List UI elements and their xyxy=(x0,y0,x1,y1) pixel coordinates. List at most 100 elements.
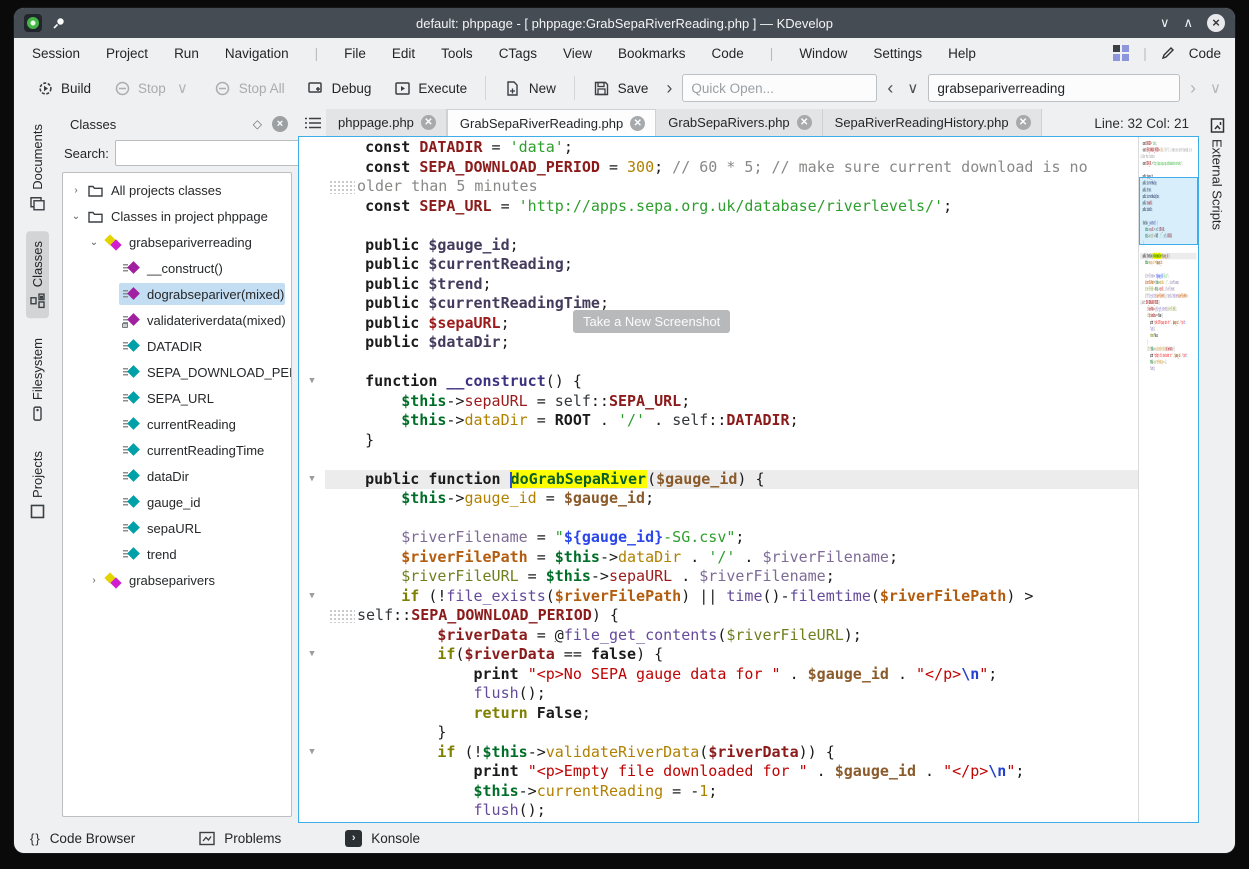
code-line[interactable]: } xyxy=(299,431,1138,451)
code-line[interactable]: $riverFileURL = $this->sepaURL . $riverF… xyxy=(1140,286,1196,293)
code-line[interactable]: const SEPA_URL = 'http://apps.sepa.org.u… xyxy=(1140,160,1196,167)
classes-search-input[interactable] xyxy=(115,140,305,166)
new-button[interactable]: New xyxy=(496,74,564,102)
code-line[interactable] xyxy=(299,450,1138,470)
quick-open-input[interactable] xyxy=(682,74,877,102)
fold-marker-icon[interactable]: ▼ xyxy=(299,470,325,490)
tree-item-datadir[interactable]: dataDir xyxy=(63,463,291,489)
code-line[interactable]: const SEPA_DOWNLOAD_PERIOD = 300; // 60 … xyxy=(299,158,1138,178)
code-line[interactable]: $riverData = @file_get_contents($riverFi… xyxy=(1140,306,1196,313)
menu-item-navigation[interactable]: Navigation xyxy=(225,46,289,61)
code-line[interactable]: $this->gauge_id = $gauge_id; xyxy=(1140,259,1196,266)
tree-item-all-projects-classes[interactable]: ›All projects classes xyxy=(63,177,291,203)
area-label[interactable]: Code xyxy=(1189,46,1221,61)
expander-icon[interactable]: ⌄ xyxy=(87,237,101,248)
code-line[interactable]: $this->sepaURL = self::SEPA_URL; xyxy=(299,392,1138,412)
menu-item-run[interactable]: Run xyxy=(174,46,199,61)
menu-item-bookmarks[interactable]: Bookmarks xyxy=(618,46,686,61)
close-panel-icon[interactable]: × xyxy=(272,116,288,132)
statusbar-toggle-konsole[interactable]: ›Konsole xyxy=(345,830,420,847)
tab-close-icon[interactable]: ✕ xyxy=(421,115,436,130)
code-line[interactable]: print "<p>Empty file downloaded for " . … xyxy=(1140,352,1196,359)
tree-item-grabsepariverreading[interactable]: ⌄grabsepariverreading xyxy=(63,229,291,255)
code-line[interactable]: $riverData = @file_get_contents($riverFi… xyxy=(299,626,1138,646)
stop-dropdown-icon[interactable]: ∨ xyxy=(173,79,192,97)
code-line[interactable]: self::SEPA_DOWNLOAD_PERIOD) { xyxy=(299,606,1138,626)
fold-marker-icon[interactable]: ▼ xyxy=(299,587,325,607)
search-prev-icon[interactable]: ‹ xyxy=(883,78,897,99)
execute-button[interactable]: Execute xyxy=(385,74,475,102)
menu-item-window[interactable]: Window xyxy=(799,46,847,61)
menu-item-code[interactable]: Code xyxy=(712,46,744,61)
menu-item-project[interactable]: Project xyxy=(106,46,148,61)
search-input[interactable] xyxy=(928,74,1180,102)
code-line[interactable]: $riverFilePath = $this->dataDir . '/' . … xyxy=(1140,279,1196,286)
document-list-icon[interactable] xyxy=(300,110,326,136)
code-line[interactable]: ▼ if (!$this->validateRiverData($riverDa… xyxy=(299,743,1138,763)
fold-marker-icon[interactable]: ▼ xyxy=(299,372,325,392)
code-line[interactable] xyxy=(1140,246,1196,253)
save-button[interactable]: Save xyxy=(585,74,657,102)
code-line[interactable]: ▼ if (!file_exists($riverFilePath) || ti… xyxy=(299,587,1138,607)
code-line[interactable]: public $trend; xyxy=(299,275,1138,295)
code-line[interactable]: flush(); xyxy=(1140,365,1196,372)
code-line[interactable]: self::SEPA_DOWNLOAD_PERIOD) { xyxy=(1140,299,1196,306)
code-line[interactable] xyxy=(299,216,1138,236)
minimap-scrollbar[interactable]: const DATADIR = 'data'; const SEPA_DOWNL… xyxy=(1138,137,1198,822)
code-line[interactable]: const DATADIR = 'data'; xyxy=(1140,140,1196,147)
code-line[interactable]: $this->dataDir = ROOT . '/' . self::DATA… xyxy=(299,411,1138,431)
code-line[interactable]: public $dataDir; xyxy=(299,333,1138,353)
code-line[interactable] xyxy=(1140,266,1196,273)
tree-item-sepaurl[interactable]: sepaURL xyxy=(63,515,291,541)
tree-item-sepa-url[interactable]: SEPA_URL xyxy=(63,385,291,411)
menu-item-file[interactable]: File xyxy=(344,46,366,61)
code-line[interactable]: public $currentReading; xyxy=(299,255,1138,275)
maximize-button[interactable]: ∧ xyxy=(1183,14,1193,32)
expander-icon[interactable]: › xyxy=(69,185,83,196)
menu-item-help[interactable]: Help xyxy=(948,46,976,61)
build-button[interactable]: Build xyxy=(28,74,99,102)
code-line[interactable] xyxy=(299,509,1138,529)
sidebar-tab-filesystem[interactable]: Filesystem xyxy=(26,328,49,431)
tree-item-construct[interactable]: __construct() xyxy=(63,255,291,281)
code-line[interactable]: ▼ function __construct() { xyxy=(299,372,1138,392)
menu-item-session[interactable]: Session xyxy=(32,46,80,61)
tab-close-icon[interactable]: ✕ xyxy=(1016,115,1031,130)
code-line[interactable]: public $gauge_id; xyxy=(299,236,1138,256)
pin-icon[interactable] xyxy=(52,16,66,30)
tab-close-icon[interactable]: ✕ xyxy=(797,115,812,130)
code-line[interactable]: $this->gauge_id = $gauge_id; xyxy=(299,489,1138,509)
tab-grabseparivers-php[interactable]: GrabSepaRivers.php✕ xyxy=(656,109,822,136)
tree-item-datadir[interactable]: DATADIR xyxy=(63,333,291,359)
search-next-icon[interactable]: › xyxy=(1186,78,1200,99)
minimize-button[interactable]: ∨ xyxy=(1160,14,1170,32)
tab-close-icon[interactable]: ✕ xyxy=(630,116,645,131)
toolbar-overflow-icon[interactable]: › xyxy=(662,78,676,99)
menu-item-tools[interactable]: Tools xyxy=(441,46,473,61)
code-line[interactable]: const SEPA_DOWNLOAD_PERIOD = 300; // 60 … xyxy=(1140,147,1196,154)
code-line-current[interactable]: ▼ public function doGrabSepaRiver($gauge… xyxy=(299,470,1138,490)
tree-item-trend[interactable]: trend xyxy=(63,541,291,567)
stop-button[interactable]: Stop ∨ xyxy=(105,74,200,102)
code-line[interactable]: flush(); xyxy=(1140,326,1196,333)
code-editor[interactable]: const DATADIR = 'data'; const SEPA_DOWNL… xyxy=(298,136,1199,823)
code-line[interactable]: $riverFileURL = $this->sepaURL . $riverF… xyxy=(299,567,1138,587)
fold-marker-icon[interactable]: ▼ xyxy=(299,645,325,665)
code-line[interactable]: $riverFilePath = $this->dataDir . '/' . … xyxy=(299,548,1138,568)
tree-item-grabseparivers[interactable]: ›grabseparivers xyxy=(63,567,291,593)
menu-item-settings[interactable]: Settings xyxy=(873,46,922,61)
statusbar-toggle-problems[interactable]: Problems xyxy=(199,831,281,846)
stop-all-button[interactable]: Stop All xyxy=(206,74,293,102)
code-line[interactable]: print "<p>No SEPA gauge data for " . $ga… xyxy=(299,665,1138,685)
code-line[interactable]: return False; xyxy=(299,704,1138,724)
debug-button[interactable]: Debug xyxy=(299,74,380,102)
code-line[interactable]: $this->currentReading = -1; xyxy=(299,782,1138,802)
code-line[interactable]: print "<p>Empty file downloaded for " . … xyxy=(299,762,1138,782)
menu-item-edit[interactable]: Edit xyxy=(392,46,415,61)
tree-item-validateriverdata-mixed[interactable]: validateriverdata(mixed) xyxy=(63,307,291,333)
menu-item-view[interactable]: View xyxy=(563,46,592,61)
code-line[interactable]: $riverFilename = "${gauge_id}-SG.csv"; xyxy=(299,528,1138,548)
tree-item-currentreading[interactable]: currentReading xyxy=(63,411,291,437)
statusbar-toggle-code-browser[interactable]: {}Code Browser xyxy=(30,831,135,846)
sidebar-tab-external-scripts[interactable]: External Scripts xyxy=(1208,112,1227,236)
